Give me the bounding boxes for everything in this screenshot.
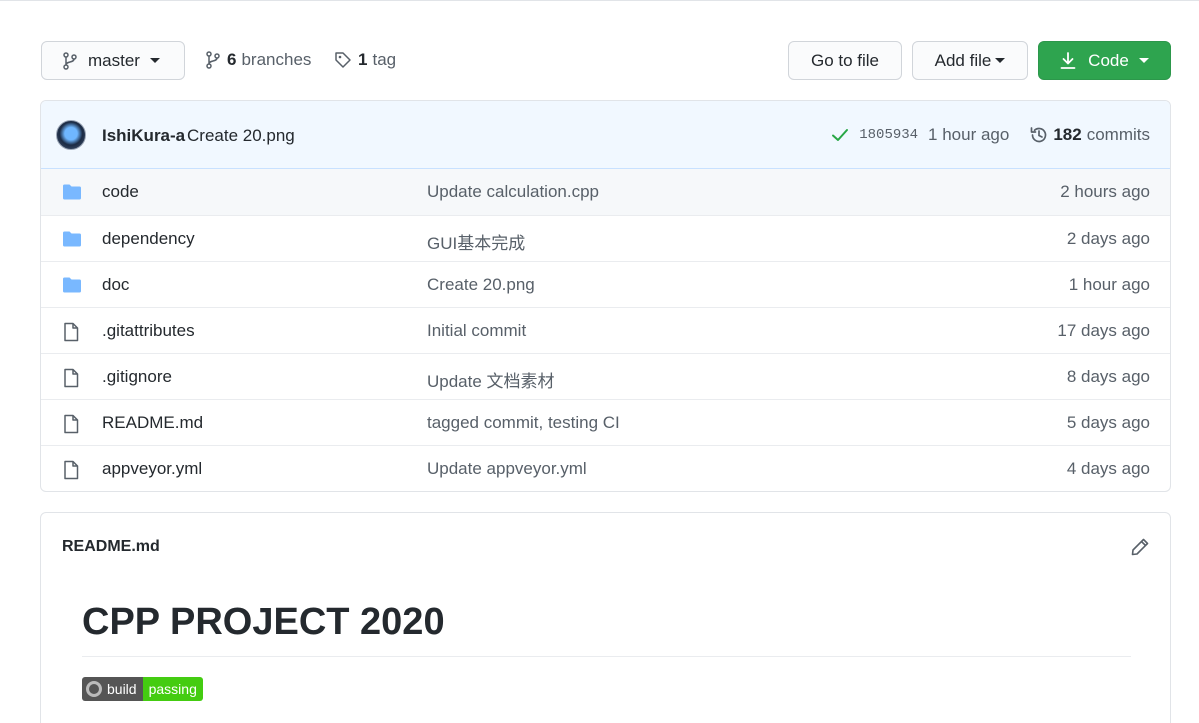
file-row[interactable]: doc Create 20.png 1 hour ago: [41, 261, 1170, 307]
file-icon: [62, 322, 80, 347]
file-name-link[interactable]: doc: [102, 275, 129, 295]
latest-commit-bar: IshiKura-a Create 20.png 1805934 1 hour …: [41, 101, 1170, 169]
readme-content: CPP PROJECT 2020 build passing: [82, 601, 1131, 702]
file-row[interactable]: appveyor.yml Update appveyor.yml 4 days ag…: [41, 445, 1170, 491]
tag-icon: [335, 52, 351, 68]
branches-label: branches: [241, 50, 312, 69]
code-label: Code: [1088, 50, 1129, 70]
commits-history-link[interactable]: 182 commits: [1029, 125, 1150, 145]
check-icon[interactable]: [831, 127, 849, 143]
avatar[interactable]: [56, 120, 86, 150]
file-name-link[interactable]: dependency: [102, 229, 195, 249]
git-branch-icon: [63, 51, 77, 70]
file-commit-message-link[interactable]: tagged commit, testing CI: [427, 413, 620, 433]
chevron-down-icon: [149, 58, 160, 63]
file-icon: [62, 460, 80, 485]
file-icon: [62, 414, 80, 439]
badge-right: passing: [142, 677, 203, 701]
file-commit-message-link[interactable]: Create 20.png: [427, 275, 535, 295]
file-list: code Update calculation.cpp 2 hours ago dep…: [41, 169, 1170, 491]
file-name-link[interactable]: appveyor.yml: [102, 459, 202, 479]
file-row[interactable]: dependency GUI基本完成 2 days ago: [41, 215, 1170, 261]
download-icon: [1060, 51, 1076, 69]
pencil-icon[interactable]: [1130, 537, 1150, 557]
tags-label: tag: [372, 50, 397, 69]
readme-heading: CPP PROJECT 2020: [82, 601, 1131, 657]
file-name-link[interactable]: .gitignore: [102, 367, 172, 387]
file-row[interactable]: .gitignore Update 文档素材 8 days ago: [41, 353, 1170, 399]
commit-author-link[interactable]: IshiKura-a: [102, 126, 185, 146]
go-to-file-button[interactable]: Go to file: [788, 41, 902, 80]
top-divider: [0, 0, 1199, 1]
file-icon: [62, 368, 80, 393]
go-to-file-label: Go to file: [810, 50, 880, 70]
readme-panel: README.md CPP PROJECT 2020 build passing: [40, 512, 1171, 723]
branch-select-button[interactable]: master: [41, 41, 185, 80]
commit-sha-link[interactable]: 1805934: [859, 127, 918, 143]
add-file-label: Add file: [934, 50, 992, 70]
badge-right-label: passing: [148, 681, 197, 697]
file-commit-message-link[interactable]: Initial commit: [427, 321, 526, 341]
history-icon: [1030, 127, 1047, 143]
file-commit-message-link[interactable]: Update appveyor.yml: [427, 459, 587, 479]
file-name-link[interactable]: README.md: [102, 413, 203, 433]
file-row[interactable]: code Update calculation.cpp 2 hours ago: [41, 169, 1170, 215]
file-commit-message-link[interactable]: GUI基本完成: [427, 229, 525, 254]
add-file-button[interactable]: Add file: [912, 41, 1028, 80]
file-commit-age: 2 hours ago: [1060, 182, 1150, 201]
commit-meta: 1805934 1 hour ago 182 commits: [831, 125, 1150, 145]
folder-icon: [62, 183, 82, 206]
build-status-badge[interactable]: build passing: [82, 677, 203, 701]
file-row[interactable]: .gitattributes Initial commit 17 days ago: [41, 307, 1170, 353]
file-browser: IshiKura-a Create 20.png 1805934 1 hour …: [40, 100, 1171, 492]
chevron-down-icon: [1138, 58, 1149, 63]
branches-link[interactable]: 6 branches: [205, 50, 311, 70]
chevron-down-icon: [995, 58, 1006, 63]
commits-count: 182: [1053, 125, 1082, 144]
badge-left-label: build: [107, 681, 137, 697]
folder-icon: [62, 276, 82, 299]
commit-time: 1 hour ago: [928, 125, 1010, 144]
readme-header: README.md: [41, 513, 1170, 581]
tags-link[interactable]: 1 tag: [334, 50, 396, 70]
file-name-link[interactable]: code: [102, 182, 139, 202]
folder-icon: [62, 230, 82, 253]
file-commit-age: 2 days ago: [1066, 229, 1150, 248]
commit-message-link[interactable]: Create 20.png: [187, 126, 295, 146]
readme-filename[interactable]: README.md: [62, 538, 160, 556]
file-commit-age: 1 hour ago: [1068, 275, 1150, 294]
code-button[interactable]: Code: [1038, 41, 1171, 80]
tags-count: 1: [358, 50, 368, 69]
commits-label: commits: [1086, 125, 1150, 144]
file-commit-age: 8 days ago: [1066, 367, 1150, 386]
branch-name: master: [88, 50, 140, 70]
file-commit-age: 4 days ago: [1066, 459, 1150, 478]
branches-count: 6: [227, 50, 237, 69]
file-commit-age: 5 days ago: [1066, 413, 1150, 432]
file-name-link[interactable]: .gitattributes: [102, 321, 195, 341]
file-commit-age: 17 days ago: [1057, 321, 1150, 340]
file-commit-message-link[interactable]: Update 文档素材: [427, 367, 555, 392]
file-row[interactable]: README.md tagged commit, testing CI 5 days…: [41, 399, 1170, 445]
badge-left: build: [82, 677, 143, 701]
git-branch-icon: [206, 51, 220, 69]
file-commit-message-link[interactable]: Update calculation.cpp: [427, 182, 599, 202]
appveyor-icon: [86, 681, 102, 697]
